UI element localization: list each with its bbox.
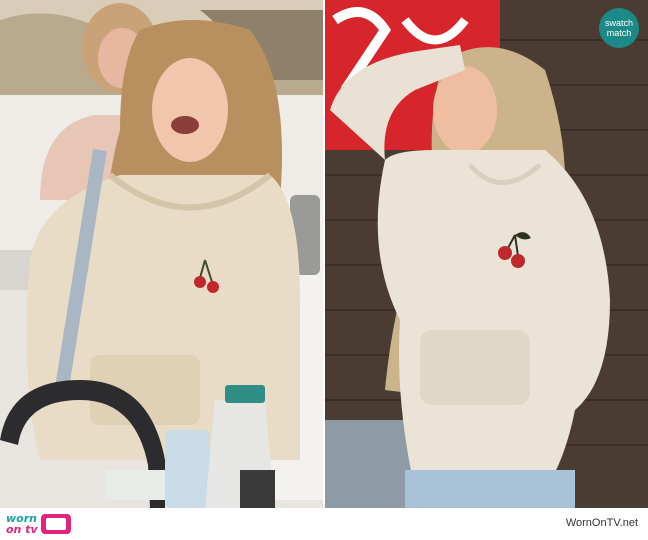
- wornontv-logo[interactable]: worn on tv: [6, 513, 71, 535]
- badge-line2: match: [606, 28, 632, 38]
- logo-text: worn on tv: [6, 513, 38, 535]
- badge-line1: swatch: [604, 18, 633, 28]
- footer: worn on tv WornOnTV.net: [0, 508, 648, 540]
- logo-line2: on tv: [6, 523, 38, 536]
- swatch-match-badge[interactable]: swatch match: [599, 8, 639, 48]
- tv-icon: [40, 514, 71, 534]
- photo-left: [0, 0, 323, 508]
- photo-right: [325, 0, 648, 508]
- site-label[interactable]: WornOnTV.net: [566, 517, 638, 529]
